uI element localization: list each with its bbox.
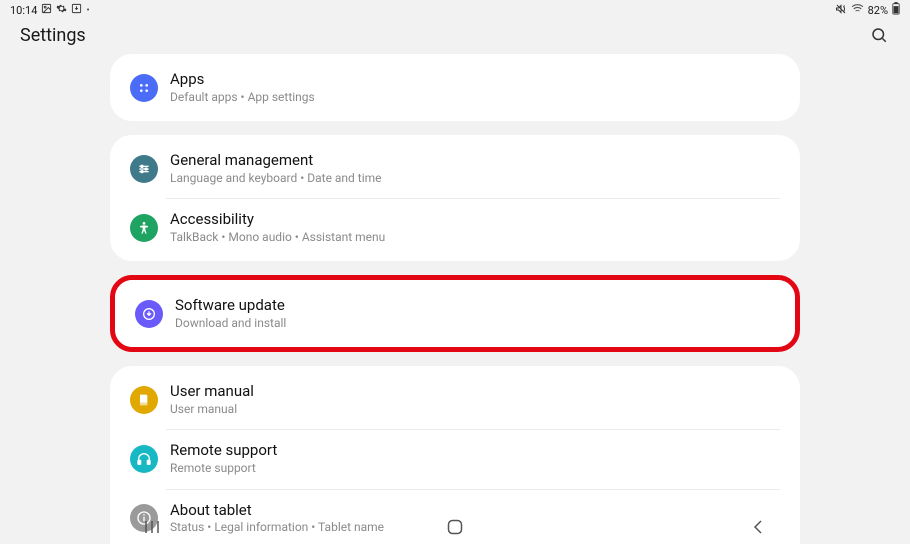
settings-item-accessibility[interactable]: Accessibility TalkBack • Mono audio • As… xyxy=(110,198,800,257)
header: Settings xyxy=(0,18,910,54)
settings-group: Software update Download and install xyxy=(115,280,795,347)
mute-icon xyxy=(835,3,847,18)
book-icon xyxy=(130,386,158,414)
item-title: User manual xyxy=(170,382,254,402)
settings-item-general-management[interactable]: General management Language and keyboard… xyxy=(110,139,800,198)
item-title: General management xyxy=(170,151,382,171)
item-sub: Remote support xyxy=(170,461,277,477)
item-sub: Download and install xyxy=(175,316,286,332)
settings-item-remote-support[interactable]: Remote support Remote support xyxy=(110,429,800,488)
gallery-icon xyxy=(41,3,52,17)
item-sub: Language and keyboard • Date and time xyxy=(170,171,382,187)
settings-list: Apps Default apps • App settings General… xyxy=(0,54,910,544)
sliders-icon xyxy=(130,155,158,183)
navigation-bar xyxy=(0,510,910,544)
search-button[interactable] xyxy=(868,24,890,46)
accessibility-icon xyxy=(130,214,158,242)
status-right: 82% xyxy=(835,2,900,18)
status-bar: 10:14 • 82% xyxy=(0,0,910,18)
item-title: Software update xyxy=(175,296,286,316)
gear-icon xyxy=(56,3,67,17)
status-time: 10:14 xyxy=(10,4,37,17)
home-icon xyxy=(447,519,463,535)
item-title: Apps xyxy=(170,70,315,90)
highlighted-item: Software update Download and install xyxy=(110,275,800,352)
home-button[interactable] xyxy=(435,517,475,537)
back-button[interactable] xyxy=(738,517,778,537)
recents-button[interactable] xyxy=(132,517,172,537)
page-title: Settings xyxy=(20,25,86,46)
item-sub: Default apps • App settings xyxy=(170,90,315,106)
battery-text: 82% xyxy=(868,4,888,17)
item-sub: TalkBack • Mono audio • Assistant menu xyxy=(170,230,385,246)
item-title: Remote support xyxy=(170,441,277,461)
status-left: 10:14 • xyxy=(10,3,90,17)
settings-item-user-manual[interactable]: User manual User manual xyxy=(110,370,800,429)
recents-icon xyxy=(143,520,161,534)
settings-item-software-update[interactable]: Software update Download and install xyxy=(115,284,795,343)
download-icon xyxy=(71,3,82,17)
settings-group: Apps Default apps • App settings xyxy=(110,54,800,121)
item-sub: User manual xyxy=(170,402,254,418)
settings-item-apps[interactable]: Apps Default apps • App settings xyxy=(110,58,800,117)
headset-icon xyxy=(130,445,158,473)
wifi-icon xyxy=(851,2,864,18)
search-icon xyxy=(870,26,888,44)
battery-icon xyxy=(892,2,900,18)
apps-icon xyxy=(130,74,158,102)
download-circle-icon xyxy=(135,300,163,328)
dot-icon: • xyxy=(86,5,89,16)
settings-group: General management Language and keyboard… xyxy=(110,135,800,261)
back-icon xyxy=(752,520,764,534)
item-title: Accessibility xyxy=(170,210,385,230)
